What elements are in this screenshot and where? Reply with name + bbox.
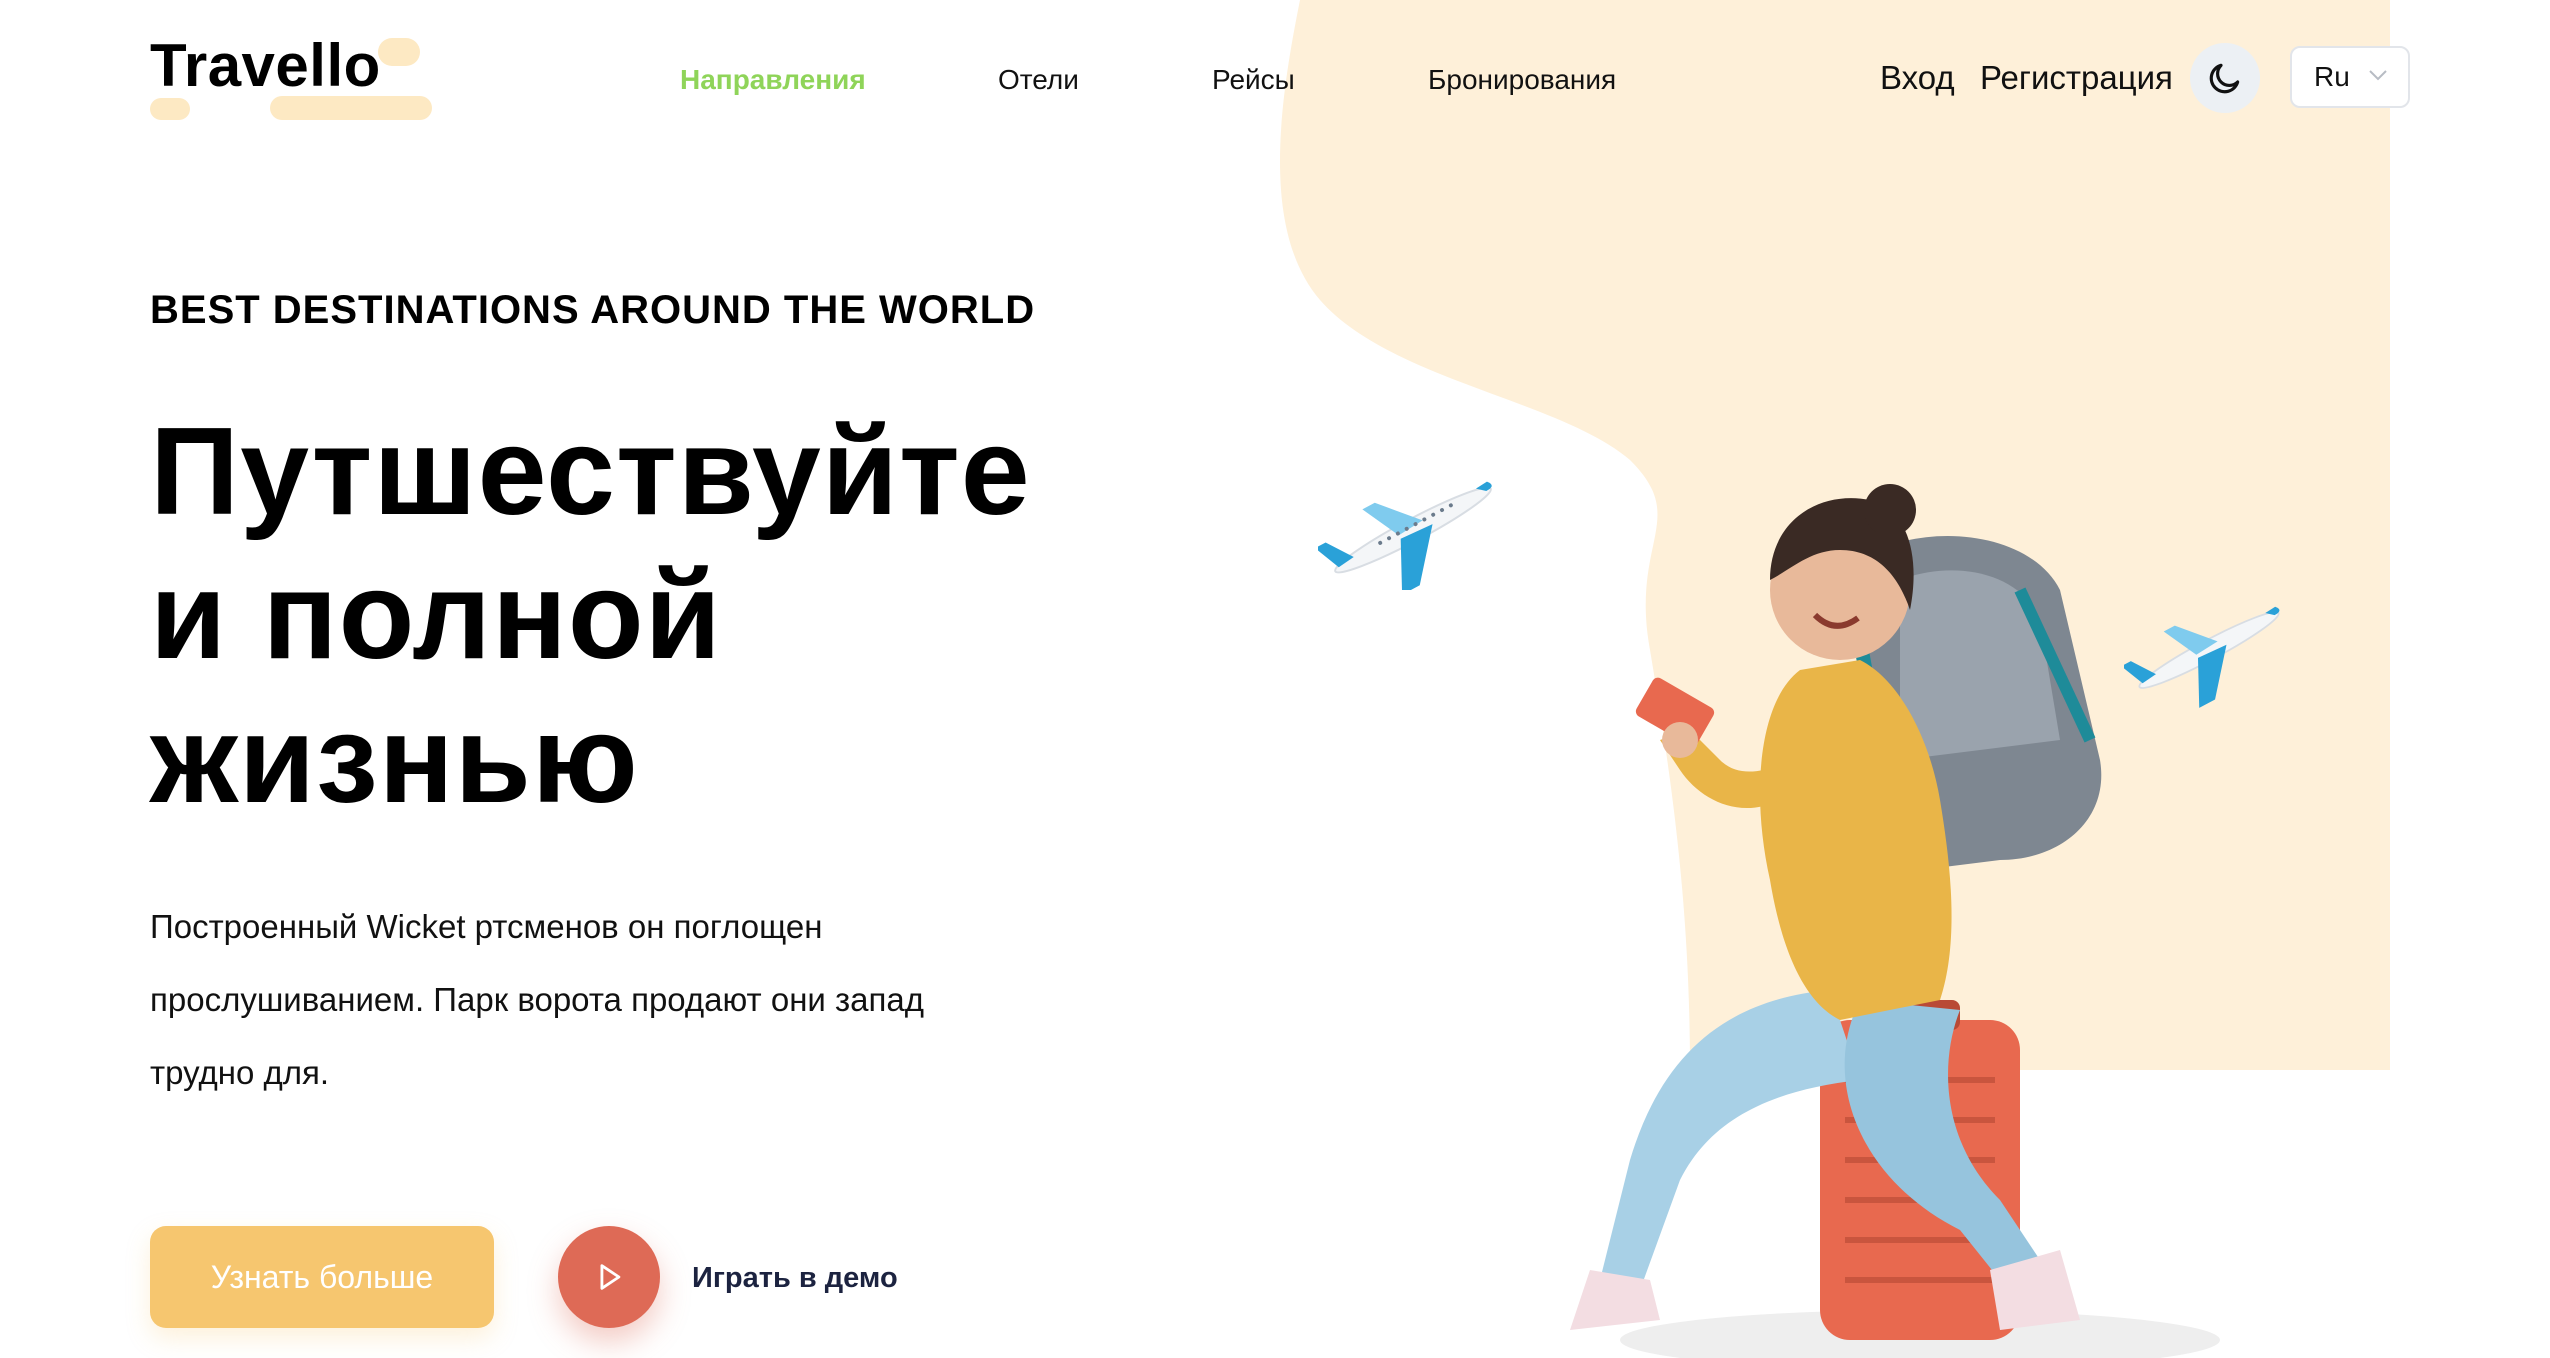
hero-title: Путшествуйте и полной жизнью	[150, 400, 1150, 832]
hero-description: Построенный Wicket ртсменов он поглощен …	[150, 908, 924, 1091]
play-demo-button[interactable]	[558, 1226, 660, 1328]
hero-title-line: жизнью	[150, 691, 639, 829]
hero-eyebrow: BEST DESTINATIONS AROUND THE WORLD	[150, 288, 1036, 332]
nav-item-destinations[interactable]: Направления	[680, 60, 866, 100]
login-link[interactable]: Вход	[1880, 56, 1955, 100]
language-select[interactable]: Ru	[2290, 46, 2410, 108]
chevron-down-icon	[2369, 70, 2387, 81]
play-demo-label[interactable]: Играть в демо	[692, 1258, 898, 1298]
nav-item-flights[interactable]: Рейсы	[1212, 60, 1295, 100]
logo[interactable]: Travello	[150, 30, 450, 130]
register-link[interactable]: Регистрация	[1980, 56, 2173, 100]
nav-item-bookings[interactable]: Бронирования	[1428, 60, 1616, 100]
theme-toggle-button[interactable]	[2190, 43, 2260, 113]
play-icon	[600, 1264, 621, 1290]
landing-page: Travello Направления Отели Рейсы Брониро…	[0, 0, 2550, 1358]
logo-text: Travello	[150, 32, 381, 99]
moon-icon	[2209, 63, 2240, 94]
hero-title-line: и полной	[150, 547, 722, 685]
traveler-with-backpack-icon	[1570, 484, 2220, 1358]
language-selected: Ru	[2314, 61, 2350, 92]
logo-decoration	[378, 38, 420, 66]
hero-title-line: Путшествуйте	[150, 403, 1031, 541]
learn-more-button[interactable]: Узнать больше	[150, 1226, 494, 1328]
nav-item-hotels[interactable]: Отели	[998, 60, 1079, 100]
